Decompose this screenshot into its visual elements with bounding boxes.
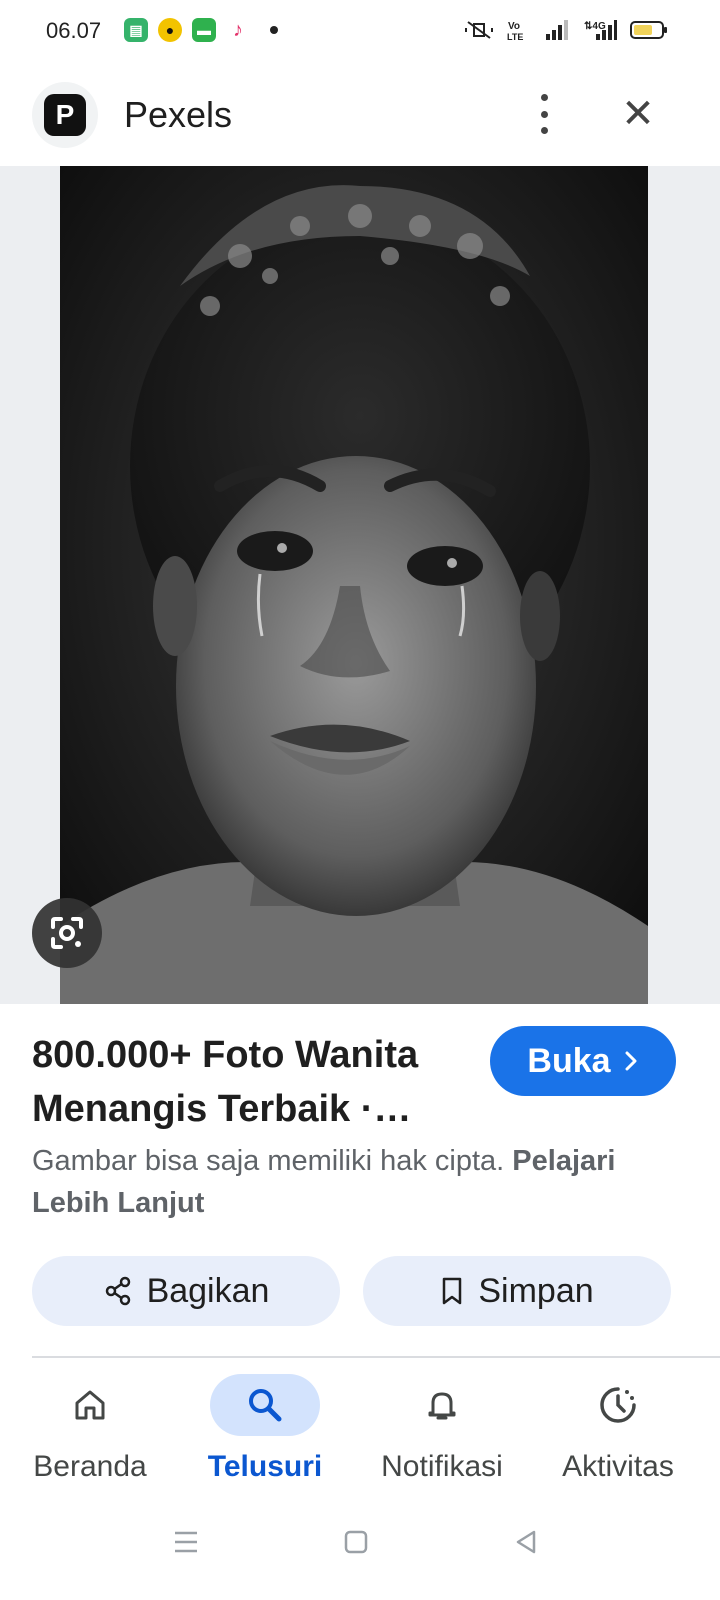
nav-item-search[interactable]: Telusuri	[175, 1372, 355, 1492]
search-icon	[210, 1374, 320, 1436]
battery-icon	[630, 21, 667, 39]
back-icon[interactable]	[506, 1522, 546, 1562]
copyright-notice: Gambar bisa saja memiliki hak cipta. Pel…	[32, 1140, 682, 1224]
home-icon	[35, 1374, 145, 1436]
menu-icon[interactable]	[166, 1522, 206, 1562]
app-icon-green: ▤	[124, 18, 148, 42]
activity-icon	[563, 1374, 673, 1436]
system-navigation-bar	[0, 1500, 720, 1600]
notification-icons: ▤ ● ▬ ♪	[124, 18, 278, 42]
status-time: 06.07	[46, 18, 102, 43]
svg-text:Vo: Vo	[508, 21, 520, 32]
nav-item-notifications[interactable]: Notifikasi	[352, 1372, 532, 1492]
nav-item-home[interactable]: Beranda	[0, 1372, 180, 1492]
open-button[interactable]: Buka	[490, 1026, 676, 1096]
copyright-text: Gambar bisa saja memiliki hak cipta.	[32, 1145, 505, 1177]
svg-text:LTE: LTE	[507, 32, 523, 42]
more-notifications-dot	[270, 26, 278, 34]
pexels-logo-icon: P	[44, 94, 86, 136]
bell-icon	[387, 1374, 497, 1436]
nav-label-home: Beranda	[33, 1450, 147, 1483]
result-image[interactable]	[60, 166, 648, 1004]
system-icons: Vo LTE ⇅4G	[464, 18, 667, 42]
nav-label-notifications: Notifikasi	[381, 1450, 503, 1483]
home-square-icon[interactable]	[336, 1522, 376, 1562]
nav-label-activity: Aktivitas	[562, 1450, 674, 1483]
chevron-right-icon	[625, 1051, 637, 1071]
4g-signal-icon: ⇅4G	[584, 20, 617, 40]
image-preview-area	[0, 166, 720, 1004]
mute-vibrate-icon	[465, 21, 493, 39]
share-label: Bagikan	[146, 1271, 270, 1310]
lens-icon	[51, 917, 83, 949]
save-label: Simpan	[478, 1271, 594, 1310]
more-options-icon[interactable]	[524, 94, 564, 134]
tiktok-icon: ♪	[226, 18, 250, 42]
site-name: Pexels	[124, 94, 233, 135]
share-button[interactable]: Bagikan	[32, 1256, 340, 1326]
close-icon[interactable]: ✕	[618, 94, 658, 134]
bookmark-icon	[443, 1277, 462, 1305]
divider	[32, 1356, 720, 1358]
signal-icon	[546, 20, 568, 40]
volte-icon: VoLTE	[507, 21, 523, 42]
result-title[interactable]: 800.000+ Foto Wanita Menangis Terbaik ·…	[32, 1028, 472, 1136]
status-bar: 06.07 ▤ ● ▬ ♪ Vo LTE ⇅4G	[0, 0, 720, 64]
share-icon	[105, 1276, 130, 1306]
nav-item-activity[interactable]: Aktivitas	[528, 1372, 708, 1492]
portrait-photo-illustration	[60, 166, 648, 1004]
open-button-label: Buka	[527, 1041, 611, 1080]
bottom-navigation: Beranda Telusuri Notifikasi Aktivitas	[0, 1372, 720, 1492]
nav-label-search: Telusuri	[207, 1450, 323, 1483]
chat-icon-green: ▬	[192, 18, 216, 42]
google-lens-button[interactable]	[32, 898, 102, 968]
app-icon-yellow: ●	[158, 18, 182, 42]
source-header: P Pexels ✕	[0, 64, 720, 164]
save-button[interactable]: Simpan	[363, 1256, 671, 1326]
pexels-logo[interactable]: P	[32, 82, 98, 148]
